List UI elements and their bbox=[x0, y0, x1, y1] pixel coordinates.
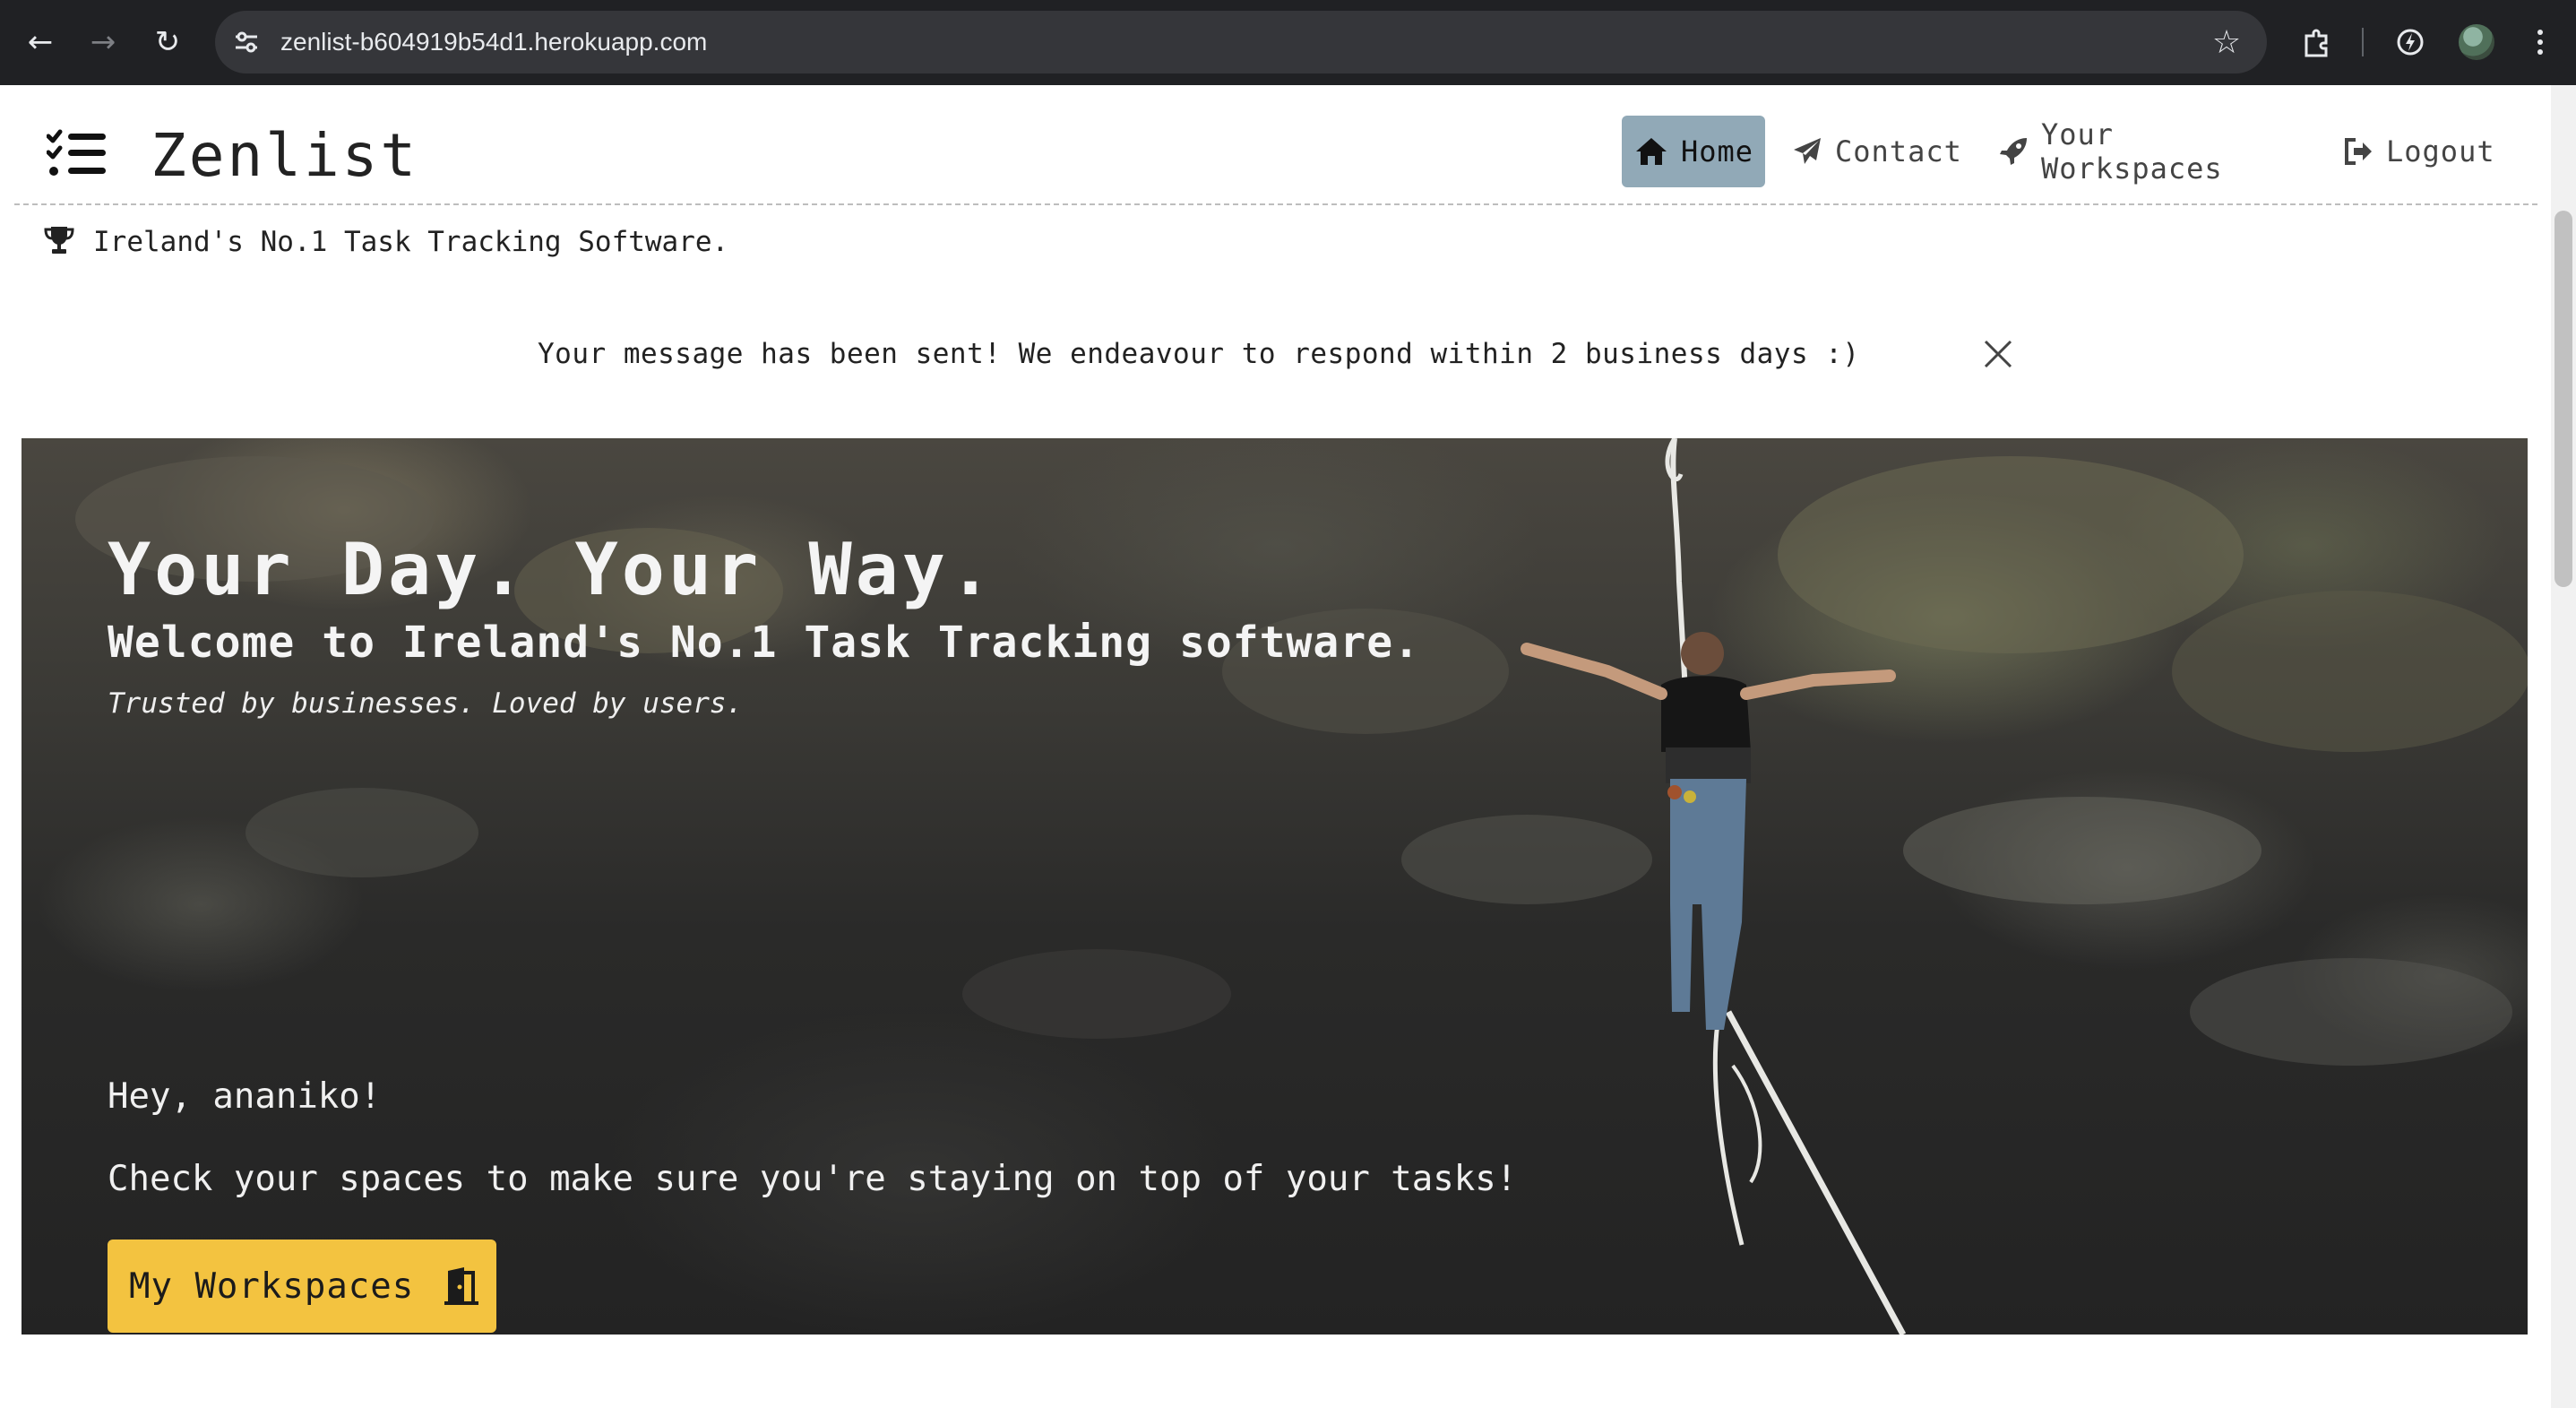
nav-your-workspaces[interactable]: Your Workspaces bbox=[1998, 116, 2223, 187]
trophy-icon bbox=[43, 224, 75, 260]
nav-home-label: Home bbox=[1681, 134, 1754, 168]
nav-home[interactable]: Home bbox=[1622, 116, 1765, 187]
toolbar-divider bbox=[2362, 28, 2364, 56]
my-workspaces-button[interactable]: My Workspaces bbox=[108, 1240, 496, 1333]
site-info-icon[interactable] bbox=[228, 24, 264, 60]
tagline-text: Ireland's No.1 Task Tracking Software. bbox=[93, 226, 729, 258]
nav-logout-label: Logout bbox=[2386, 134, 2495, 168]
alert-message: Your message has been sent! We endeavour… bbox=[538, 338, 1860, 370]
nav-contact[interactable]: Contact bbox=[1792, 116, 1962, 187]
scrollbar-thumb[interactable] bbox=[2554, 211, 2572, 587]
hero-title: Your Day. Your Way. bbox=[108, 528, 996, 611]
nav-your-workspaces-label: Your Workspaces bbox=[2041, 117, 2223, 186]
avatar[interactable] bbox=[2459, 24, 2494, 60]
paper-plane-icon bbox=[1792, 136, 1822, 167]
rocket-icon bbox=[1998, 136, 2029, 167]
reload-icon[interactable]: ↻ bbox=[145, 20, 190, 65]
performance-icon[interactable] bbox=[2388, 20, 2433, 65]
page: Zenlist Home Contact Your Workspaces Log… bbox=[0, 85, 2576, 1408]
hero-message: Check your spaces to make sure you're st… bbox=[108, 1159, 1518, 1199]
header-divider bbox=[14, 203, 2537, 205]
nav-logout[interactable]: Logout bbox=[2343, 116, 2495, 187]
forward-icon[interactable]: → bbox=[81, 20, 125, 65]
door-open-icon bbox=[441, 1265, 482, 1307]
menu-icon[interactable] bbox=[2518, 20, 2563, 65]
my-workspaces-label: My Workspaces bbox=[129, 1265, 415, 1307]
scrollbar[interactable] bbox=[2551, 85, 2576, 1408]
greeting-text: Hey, ananiko! bbox=[108, 1076, 382, 1117]
star-icon[interactable]: ☆ bbox=[2204, 20, 2249, 65]
checklist-icon bbox=[46, 129, 108, 183]
tagline: Ireland's No.1 Task Tracking Software. bbox=[43, 220, 728, 264]
browser-toolbar: ← → ↻ zenlist-b604919b54d1.herokuapp.com… bbox=[0, 0, 2576, 85]
home-icon bbox=[1634, 136, 1668, 167]
nav-contact-label: Contact bbox=[1835, 134, 1962, 168]
extensions-icon[interactable] bbox=[2294, 20, 2339, 65]
logout-icon bbox=[2343, 136, 2374, 167]
close-icon[interactable] bbox=[1980, 336, 2016, 372]
hero-banner: Your Day. Your Way. Welcome to Ireland's… bbox=[22, 438, 2528, 1335]
hero-subtitle: Welcome to Ireland's No.1 Task Tracking … bbox=[108, 618, 1421, 668]
url-text[interactable]: zenlist-b604919b54d1.herokuapp.com bbox=[280, 24, 707, 60]
hero-tagline: Trusted by businesses. Loved by users. bbox=[108, 687, 744, 720]
back-icon[interactable]: ← bbox=[18, 20, 63, 65]
brand[interactable]: Zenlist bbox=[46, 121, 419, 190]
brand-name: Zenlist bbox=[151, 121, 419, 190]
